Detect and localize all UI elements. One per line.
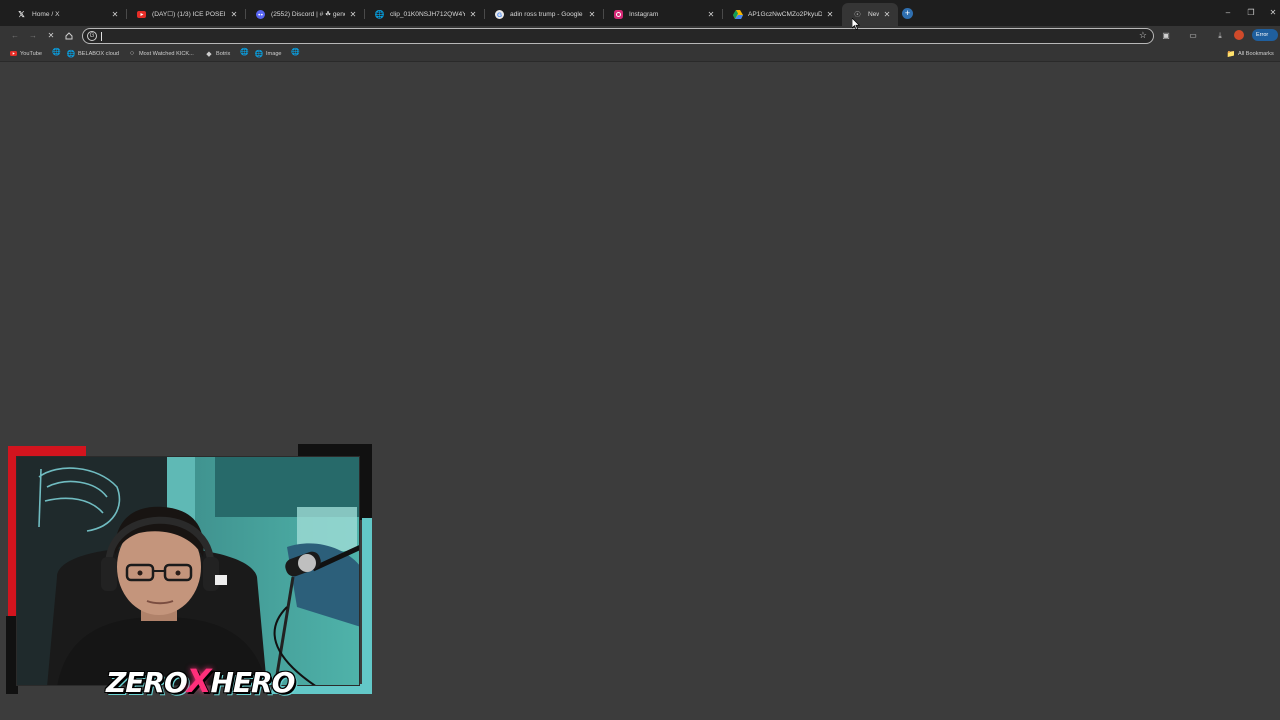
botrix-icon: ◆ xyxy=(206,50,212,58)
tab-google-search[interactable]: G adin ross trump - Google Sear ✕ xyxy=(484,5,603,23)
restore-button[interactable]: ❐ xyxy=(1244,8,1258,17)
drive-icon xyxy=(732,9,743,20)
globe-icon: 🌐 xyxy=(254,50,264,58)
close-icon[interactable]: ✕ xyxy=(587,10,597,19)
webcam-overlay: ZEROXHERO xyxy=(6,444,372,704)
forward-button[interactable]: → xyxy=(27,30,39,42)
google-icon: G xyxy=(494,9,505,20)
kick-icon: ○ xyxy=(129,50,135,57)
tab-title: New Ta xyxy=(868,11,879,18)
tab-title: (DAY☐) (1/3) ICE POSEIDONS xyxy=(152,11,226,18)
overlay-red-accent xyxy=(8,446,86,456)
globe-icon[interactable]: 🌐 xyxy=(240,49,249,57)
youtube-icon xyxy=(136,9,147,20)
download-icon[interactable]: ⤓ xyxy=(1214,30,1226,42)
overlay-cyan-accent xyxy=(362,518,372,694)
stop-loading-button[interactable]: ✕ xyxy=(45,30,57,42)
tab-title: clip_01K0NSJH712QW4YSANG xyxy=(390,10,465,18)
extensions-icon[interactable]: ▣ xyxy=(1160,30,1172,42)
avatar[interactable] xyxy=(1234,30,1244,40)
close-icon[interactable]: ✕ xyxy=(110,10,120,19)
bookmarks-bar: YouTube 🌐 🌐 BELABOX cloud ○ Most Watched… xyxy=(0,45,1280,62)
tab-title: adin ross trump - Google Sear xyxy=(510,10,584,18)
webcam-feed xyxy=(16,456,360,686)
streamer-image xyxy=(17,457,359,685)
bookmark-botrix[interactable]: ◆ Botrix xyxy=(205,48,230,59)
tab-strip: 𝕏 Home / X ✕ (DAY☐) (1/3) ICE POSEIDONS … xyxy=(0,0,1280,26)
tab-discord[interactable]: (2552) Discord | # ☘ general | ✕ xyxy=(245,5,364,23)
address-bar[interactable]: G ☆ xyxy=(82,28,1154,44)
search-engine-icon: G xyxy=(87,31,97,41)
home-icon xyxy=(65,32,73,40)
globe-icon: 🌐 xyxy=(66,50,76,58)
media-icon[interactable]: ▭ xyxy=(1187,30,1199,42)
close-icon[interactable]: ✕ xyxy=(229,10,239,19)
tab-drive-file[interactable]: AP1GczNwCMZo2PkyuDD3qG ✕ xyxy=(722,5,841,23)
tab-instagram[interactable]: Instagram ✕ xyxy=(603,5,722,23)
close-window-button[interactable]: ✕ xyxy=(1266,8,1280,17)
instagram-icon xyxy=(613,9,624,20)
bookmark-label: Image xyxy=(266,50,282,57)
bookmark-youtube[interactable]: YouTube xyxy=(9,48,42,59)
all-bookmarks[interactable]: 📁 All Bookmarks xyxy=(1227,48,1274,59)
tab-clip[interactable]: 🌐 clip_01K0NSJH712QW4YSANG ✕ xyxy=(364,5,484,23)
bookmark-belabox[interactable]: 🌐 BELABOX cloud xyxy=(67,48,119,59)
svg-text:G: G xyxy=(497,11,502,18)
x-icon: 𝕏 xyxy=(18,9,25,19)
address-input[interactable] xyxy=(100,30,1120,42)
bookmark-kick[interactable]: ○ Most Watched KICK... xyxy=(128,48,194,59)
all-bookmarks-label: All Bookmarks xyxy=(1238,50,1274,57)
tab-x[interactable]: 𝕏 Home / X ✕ xyxy=(6,5,126,23)
close-icon[interactable]: ✕ xyxy=(825,10,835,19)
globe-icon: 🌐 xyxy=(374,9,385,19)
tab-new-tab[interactable]: ☉ New Ta ✕ xyxy=(842,3,898,26)
toolbar: ← → ✕ G ☆ ▣ ▭ ⤓ xyxy=(0,26,1280,45)
text-caret xyxy=(101,32,102,41)
tab-title: Home / X xyxy=(32,10,60,18)
mouse-cursor-icon xyxy=(852,18,860,30)
home-button[interactable] xyxy=(63,30,75,42)
overlay-dark-accent xyxy=(358,444,372,520)
close-icon[interactable]: ✕ xyxy=(468,10,478,19)
close-icon[interactable]: ✕ xyxy=(348,10,358,19)
back-button[interactable]: ← xyxy=(9,30,21,42)
minimize-button[interactable]: – xyxy=(1221,8,1235,17)
bookmark-label: Most Watched KICK... xyxy=(139,50,194,57)
tab-title: (2552) Discord | # ☘ general | xyxy=(271,11,345,18)
profile-error-badge[interactable]: Error xyxy=(1252,29,1278,41)
bookmark-label: BELABOX cloud xyxy=(78,50,120,57)
browser-window: 𝕏 Home / X ✕ (DAY☐) (1/3) ICE POSEIDONS … xyxy=(0,0,1280,720)
new-tab-button[interactable]: + xyxy=(902,8,913,19)
globe-icon[interactable]: 🌐 xyxy=(52,49,61,57)
bookmark-star-icon[interactable]: ☆ xyxy=(1139,30,1147,41)
close-icon[interactable]: ✕ xyxy=(706,10,716,19)
close-icon[interactable]: ✕ xyxy=(882,10,892,19)
bookmark-image[interactable]: 🌐 Image xyxy=(255,48,282,59)
folder-icon: 📁 xyxy=(1226,50,1236,58)
tab-youtube[interactable]: (DAY☐) (1/3) ICE POSEIDONS ✕ xyxy=(126,5,245,23)
zero-x-hero-logo: ZEROXHERO xyxy=(106,662,295,700)
globe-icon[interactable]: 🌐 xyxy=(291,49,300,57)
youtube-icon xyxy=(9,50,17,58)
discord-icon xyxy=(255,9,266,20)
bookmark-label: YouTube xyxy=(20,50,42,57)
tab-title: Instagram xyxy=(629,10,659,18)
bookmark-label: Botrix xyxy=(216,50,231,57)
tab-title: AP1GczNwCMZo2PkyuDD3qG xyxy=(748,10,822,18)
